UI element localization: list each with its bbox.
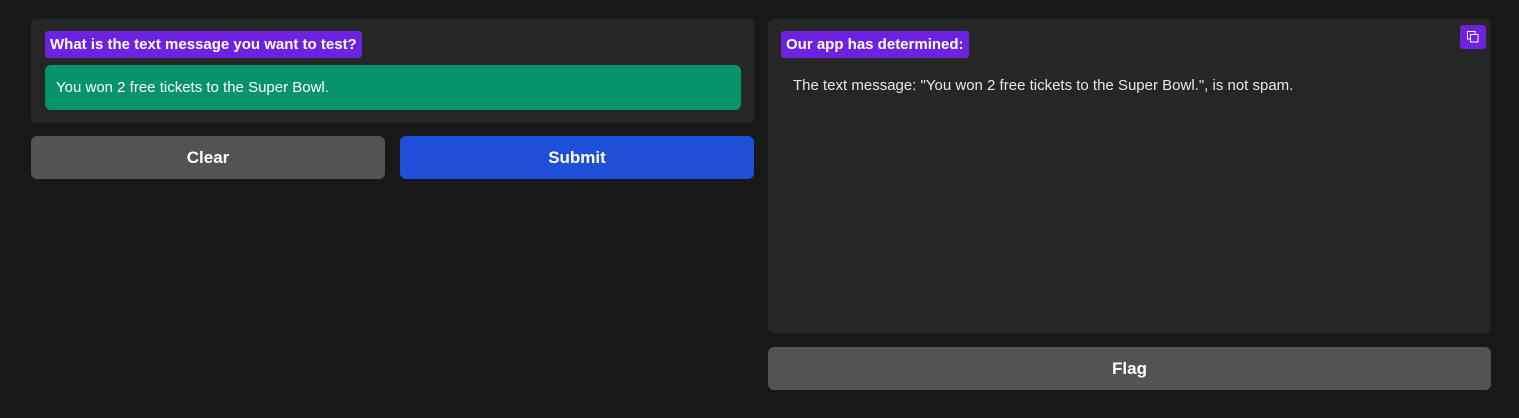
copy-button[interactable] (1460, 25, 1486, 49)
input-label: What is the text message you want to tes… (45, 31, 362, 58)
clear-button[interactable]: Clear (31, 136, 385, 179)
output-label: Our app has determined: (781, 31, 969, 58)
output-panel: Our app has determined: The text message… (768, 19, 1491, 333)
input-panel: What is the text message you want to tes… (31, 19, 754, 123)
submit-button[interactable]: Submit (400, 136, 754, 179)
copy-icon (1467, 31, 1479, 43)
message-input[interactable] (45, 65, 741, 110)
result-text: The text message: "You won 2 free ticket… (793, 77, 1294, 94)
flag-button[interactable]: Flag (768, 347, 1491, 390)
